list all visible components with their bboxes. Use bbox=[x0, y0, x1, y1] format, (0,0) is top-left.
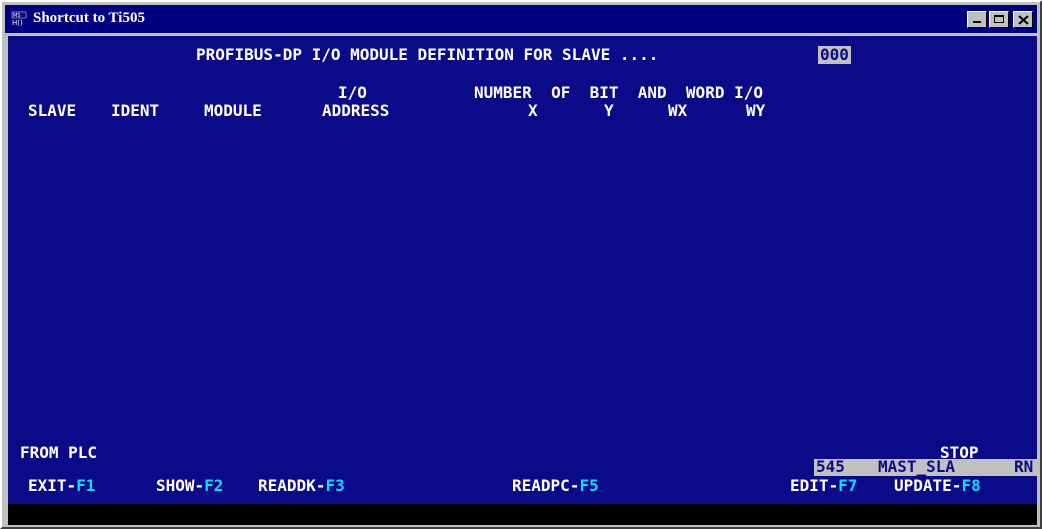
column-header-io: I/O bbox=[338, 83, 367, 102]
dos-window: MS H() Shortcut to Ti505 PROFIBUS-DP I/O… bbox=[0, 0, 1042, 529]
terminal-screen[interactable]: PROFIBUS-DP I/O MODULE DEFINITION FOR SL… bbox=[8, 36, 1037, 525]
plc-run-flag: RN bbox=[1014, 457, 1034, 476]
exit-label: EXIT- bbox=[28, 476, 77, 495]
f7-key: F7 bbox=[838, 476, 858, 495]
minimize-button[interactable] bbox=[967, 11, 987, 28]
f2-key: F2 bbox=[204, 476, 224, 495]
readpc-label: READPC- bbox=[512, 476, 580, 495]
f3-key: F3 bbox=[325, 476, 345, 495]
page-title: PROFIBUS-DP I/O MODULE DEFINITION FOR SL… bbox=[196, 45, 659, 64]
update-key[interactable]: UPDATE-F8 bbox=[894, 477, 981, 495]
f5-key: F5 bbox=[579, 476, 599, 495]
column-header-number-of-bit-and-word-io: NUMBER OF BIT AND WORD I/O bbox=[474, 83, 763, 102]
status-bar: 545 MAST_SLA RN bbox=[814, 457, 1037, 476]
show-label: SHOW- bbox=[156, 476, 205, 495]
f1-key: F1 bbox=[76, 476, 96, 495]
plc-mode: MAST_SLA bbox=[878, 457, 956, 476]
readpc-key[interactable]: READPC-F5 bbox=[512, 477, 599, 495]
exit-key[interactable]: EXIT-F1 bbox=[28, 477, 95, 495]
title-bar[interactable]: MS H() Shortcut to Ti505 bbox=[5, 5, 1037, 33]
maximize-button[interactable] bbox=[989, 11, 1009, 28]
plc-model: 545 bbox=[816, 457, 845, 476]
column-header-slave: SLAVE bbox=[28, 101, 77, 120]
readdk-label: READDK- bbox=[258, 476, 326, 495]
readdk-key[interactable]: READDK-F3 bbox=[258, 477, 345, 495]
column-header-x: X bbox=[528, 101, 538, 120]
slave-number-field[interactable]: 000 bbox=[818, 46, 851, 64]
close-button[interactable] bbox=[1013, 11, 1033, 28]
column-header-module: MODULE bbox=[204, 101, 262, 120]
column-header-y: Y bbox=[604, 101, 614, 120]
bottom-strip bbox=[8, 504, 1037, 525]
column-header-wy: WY bbox=[746, 101, 766, 120]
show-key[interactable]: SHOW-F2 bbox=[156, 477, 223, 495]
svg-text:H(): H() bbox=[12, 19, 23, 27]
column-header-ident: IDENT bbox=[111, 101, 160, 120]
f8-key: F8 bbox=[961, 476, 981, 495]
from-plc-label: FROM PLC bbox=[20, 443, 98, 462]
column-header-wx: WX bbox=[668, 101, 688, 120]
ms-dos-icon[interactable]: MS H() bbox=[11, 11, 27, 27]
update-label: UPDATE- bbox=[894, 476, 962, 495]
edit-key[interactable]: EDIT-F7 bbox=[790, 477, 857, 495]
close-icon bbox=[1018, 15, 1029, 25]
column-header-address: ADDRESS bbox=[322, 101, 390, 120]
edit-label: EDIT- bbox=[790, 476, 839, 495]
window-title: Shortcut to Ti505 bbox=[33, 10, 145, 26]
